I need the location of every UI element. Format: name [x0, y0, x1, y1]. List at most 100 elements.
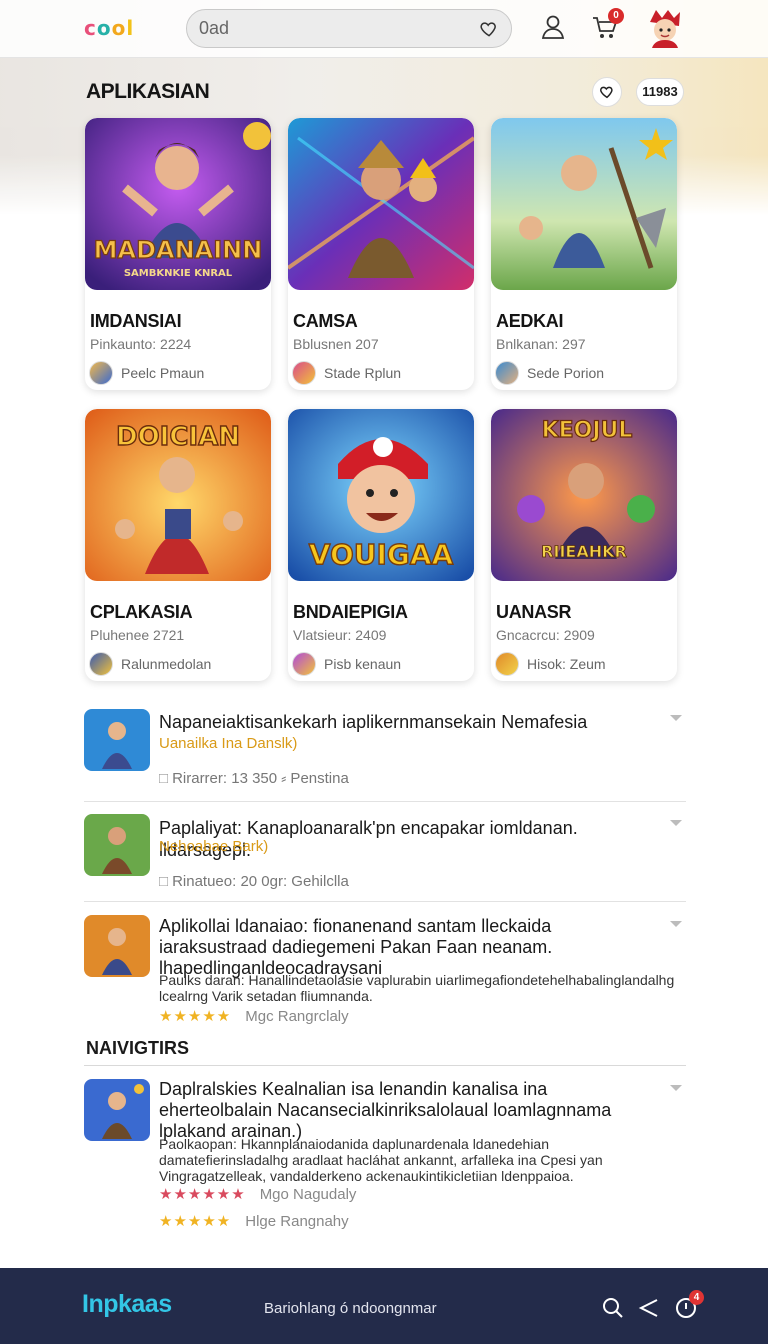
developer-name: Pisb kenaun — [324, 656, 402, 672]
developer[interactable]: Sede Porion — [495, 361, 604, 385]
developer[interactable]: Peelc Pmaun — [89, 361, 204, 385]
game-thumb-image — [84, 915, 150, 977]
list-item-title: Daplralskies Kealnalian isa lenandin kan… — [159, 1079, 612, 1141]
app-name: CPLAKASIA — [90, 602, 193, 622]
developer-avatar — [292, 652, 316, 676]
chevron-down-icon[interactable] — [670, 820, 682, 826]
rating: ★★★★★ Hlge Rangnahy — [159, 1212, 349, 1231]
developer-avatar — [89, 652, 113, 676]
chevron-down-icon[interactable] — [670, 715, 682, 721]
app-name: IMDANSIAI — [90, 311, 182, 331]
app-card[interactable]: DOICIAN CPLAKASIA Pluhenee 2721 Ralunmed… — [85, 409, 271, 681]
list-item[interactable]: Daplralskies Kealnalian isa lenandin kan… — [84, 1079, 686, 1231]
art-caption: VOUIGAA — [309, 538, 454, 571]
rating-label: Hlge Rangnahy — [245, 1212, 349, 1230]
thumb-up-icon: □ — [159, 770, 169, 787]
star-rating-icon: ★★★★★★ — [159, 1186, 246, 1203]
list-item[interactable]: Napaneiaktisankekarh iaplikernmansekain … — [84, 709, 686, 802]
app-artwork — [288, 118, 474, 290]
list-thumbnail — [84, 1079, 150, 1141]
share-icon[interactable] — [637, 1296, 661, 1320]
notification-badge: 4 — [689, 1290, 704, 1305]
developer-name: Stade Rplun — [324, 365, 402, 381]
app-meta: Vlatsieur: 2409 — [293, 627, 387, 643]
notifications-button[interactable]: 4 — [674, 1290, 704, 1320]
chevron-down-icon[interactable] — [670, 1085, 682, 1091]
game-thumb-image — [84, 1079, 150, 1141]
app-card[interactable]: CAMSA Bblusnen 207 Stade Rplun — [288, 118, 474, 390]
game-thumb-image — [84, 814, 150, 876]
app-card[interactable]: KEOJUL RIIEAHKR UANASR Gncacrcu: 2909 Hi… — [491, 409, 677, 681]
hero-art-image — [491, 118, 677, 290]
developer-name: Sede Porion — [527, 365, 605, 381]
search-input[interactable] — [199, 18, 467, 39]
rating: ★★★★★★ Mgo Nagudaly — [159, 1185, 357, 1204]
art-caption: MADANAINN — [94, 236, 263, 264]
hero-art-image: VOUIGAA — [288, 409, 474, 581]
rating: ★★★★★ Mgc Rangrclaly — [159, 1007, 349, 1026]
list-item-stat-text: Rirarrer: 13 350 ⸗ Penstina — [172, 770, 349, 787]
subsection-title: NAIVIGTIRS — [86, 1038, 190, 1058]
list-item-stat: □ Rirarrer: 13 350 ⸗ Penstina — [159, 770, 349, 787]
list-item[interactable]: Aplikollai ldanaiao: fionanenand santam … — [84, 915, 686, 1026]
app-meta: Pinkaunto: 2224 — [90, 336, 192, 352]
list-item-subtitle: Nehoabae Bark) — [159, 838, 269, 855]
hero-art-image: MADANAINN SAMBKNKIE KNRAL — [85, 118, 271, 290]
app-artwork — [491, 118, 677, 290]
search-bar[interactable] — [186, 9, 512, 48]
hero-art-image: KEOJUL RIIEAHKR — [491, 409, 677, 581]
app-artwork: MADANAINN SAMBKNKIE KNRAL — [85, 118, 271, 290]
footer-bar: Inpkaas Bariohlang ó ndoongnmar 4 — [0, 1268, 768, 1344]
list-item-description: Paulks daran: Hanallindetaolasie vaplura… — [159, 972, 675, 1004]
chevron-down-icon[interactable] — [670, 921, 682, 927]
cart-badge: 0 — [608, 8, 624, 24]
star-rating-icon: ★★★★★ — [159, 1008, 232, 1025]
heart-icon — [600, 86, 613, 99]
app-meta: Bnlkanan: 297 — [496, 336, 586, 352]
list-item[interactable]: Paplaliyat: Kanaploanaralk'pn encapakar … — [84, 814, 686, 902]
favorites-chip[interactable] — [592, 77, 622, 107]
list-item-description: Paolkaopan: Hkannplanaiodanida daplunard… — [159, 1136, 603, 1184]
app-artwork: VOUIGAA — [288, 409, 474, 581]
developer[interactable]: Stade Rplun — [292, 361, 401, 385]
footer-brand[interactable]: Inpkaas — [82, 1290, 172, 1319]
list-item-subtitle: Uanailka Ina Danslk) — [159, 735, 298, 752]
user-icon[interactable] — [538, 12, 568, 42]
footer-tagline: Bariohlang ó ndoongnmar — [264, 1300, 437, 1317]
developer[interactable]: Ralunmedolan — [89, 652, 211, 676]
top-bar: cool 0 — [0, 0, 768, 58]
app-card[interactable]: AEDKAI Bnlkanan: 297 Sede Porion — [491, 118, 677, 390]
section-title: APLIKASIAN — [86, 80, 210, 103]
app-meta: Bblusnen 207 — [293, 336, 379, 352]
developer[interactable]: Pisb kenaun — [292, 652, 401, 676]
developer-avatar — [495, 361, 519, 385]
developer-name: Hisok: Zeum — [527, 656, 606, 672]
app-name: CAMSA — [293, 311, 358, 331]
app-name: BNDAIEPIGIA — [293, 602, 408, 622]
app-card[interactable]: VOUIGAA BNDAIEPIGIA Vlatsieur: 2409 Pisb… — [288, 409, 474, 681]
count-chip[interactable]: 11983 — [636, 78, 684, 106]
app-name: AEDKAI — [496, 311, 564, 331]
game-thumb-image — [84, 709, 150, 771]
developer-avatar — [292, 361, 316, 385]
app-artwork: DOICIAN — [85, 409, 271, 581]
app-artwork: KEOJUL RIIEAHKR — [491, 409, 677, 581]
list-thumbnail — [84, 814, 150, 876]
hero-art-image: DOICIAN — [85, 409, 271, 581]
list-thumbnail — [84, 915, 150, 977]
app-logo[interactable]: cool — [84, 16, 134, 40]
developer[interactable]: Hisok: Zeum — [495, 652, 606, 676]
search-icon[interactable] — [601, 1296, 625, 1320]
developer-name: Peelc Pmaun — [121, 365, 205, 381]
art-caption-secondary: SAMBKNKIE KNRAL — [124, 268, 233, 279]
heart-icon[interactable] — [479, 19, 499, 39]
app-meta: Pluhenee 2721 — [90, 627, 185, 643]
cart-button[interactable]: 0 — [590, 8, 624, 42]
developer-avatar — [495, 652, 519, 676]
avatar[interactable] — [646, 8, 684, 48]
rating-label: Mgo Nagudaly — [259, 1185, 357, 1203]
app-card[interactable]: MADANAINN SAMBKNKIE KNRAL IMDANSIAI Pink… — [85, 118, 271, 390]
list-thumbnail — [84, 709, 150, 771]
app-name: UANASR — [496, 602, 572, 622]
rating-label: Mgc Rangrclaly — [245, 1007, 349, 1025]
